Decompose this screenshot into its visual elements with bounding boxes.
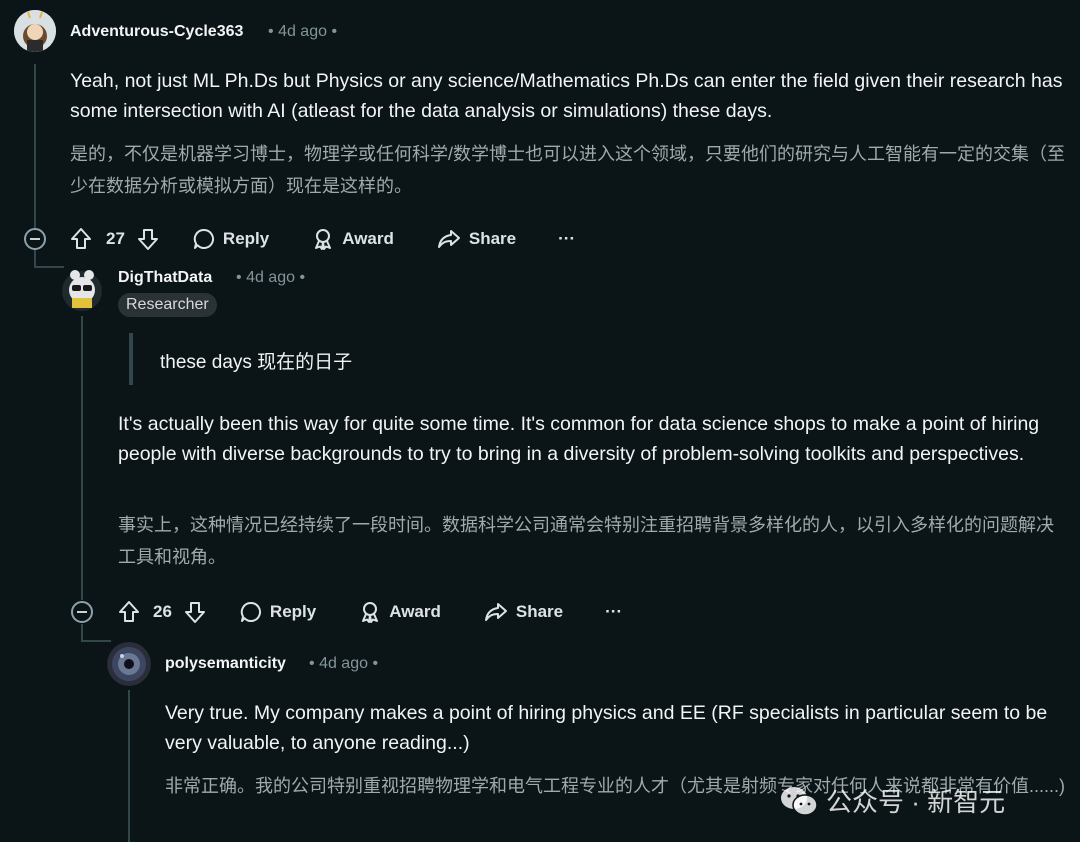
reply-label: Reply [269,602,317,621]
comment-meta: • 4d ago • [309,655,378,673]
share-button[interactable]: Share [437,228,516,250]
reply-label: Reply [222,229,270,248]
speech-bubble-icon [240,601,261,622]
timestamp[interactable]: 4d ago [246,269,295,286]
watermark-text: 公众号 · 新智元 [826,787,1006,817]
comment-meta: • 4d ago • [236,269,305,287]
meta-separator: • [331,23,338,40]
comment-body-zh: 事实上，这种情况已经持续了一段时间。数据科学公司通常会特别注重招聘背景多样化的人… [118,515,1054,567]
username[interactable]: polysemanticity [165,655,286,673]
downvote-button[interactable] [184,600,206,624]
comment-body-en: It's actually been this way for quite so… [118,413,1040,465]
collapse-thread-button[interactable] [71,601,93,623]
more-options-button[interactable]: ··· [558,229,575,249]
comment-action-bar: 26 Reply Award Share ··· [118,594,622,630]
downvote-button[interactable] [137,227,159,251]
award-label: Award [389,602,441,621]
share-arrow-icon [437,230,460,248]
reply-button[interactable]: Reply [193,228,269,250]
upvote-button[interactable] [118,600,140,624]
avatar[interactable] [14,10,56,52]
comment-action-bar: 27 Reply Award Share ··· [70,221,575,257]
arrow-down-outline-icon [137,229,158,250]
speech-bubble-icon [193,228,214,249]
reply-button[interactable]: Reply [240,601,316,623]
arrow-up-outline-icon [119,601,139,622]
comment-body-zh: 是的，不仅是机器学习博士，物理学或任何科学/数学博士也可以进入这个领域，只要他们… [70,144,1065,196]
vote-count: 26 [153,602,172,621]
award-ribbon-icon [315,229,332,250]
meta-separator: • [236,269,242,286]
award-label: Award [342,229,394,248]
meta-separator: • [299,269,306,286]
comment-body-en: Yeah, not just ML Ph.Ds but Physics or a… [70,70,1063,122]
avatar[interactable] [107,642,151,686]
meta-separator: • [309,655,315,672]
thread-line-level-3 [128,690,130,842]
username[interactable]: DigThatData [118,269,212,287]
award-button[interactable]: Award [312,228,394,250]
arrow-down-outline-icon [184,602,205,623]
minus-circle-icon [30,238,40,240]
blockquote-bar [129,333,133,385]
avatar[interactable] [61,266,103,312]
minus-circle-icon [77,611,87,613]
timestamp[interactable]: 4d ago [319,655,368,672]
share-label: Share [468,229,517,248]
thread-line-elbow-2 [81,640,111,642]
thread-line-level-1 [34,64,36,228]
award-button[interactable]: Award [359,601,441,623]
user-flair: Researcher [118,293,217,317]
vote-count: 27 [106,229,125,248]
username[interactable]: Adventurous-Cycle363 [70,23,243,41]
comment-body-en: Very true. My company makes a point of h… [165,702,1048,754]
upvote-button[interactable] [70,227,92,251]
meta-separator: • [268,23,274,40]
arrow-up-outline-icon [71,228,91,249]
collapse-thread-button[interactable] [24,228,46,250]
thread-line-elbow-1 [34,266,64,268]
timestamp[interactable]: 4d ago [278,23,327,40]
share-button[interactable]: Share [484,601,563,623]
share-arrow-icon [484,603,507,621]
comment-meta: • 4d ago • [268,23,337,41]
watermark: 公众号 · 新智元 [780,782,1005,819]
wechat-icon [781,786,818,816]
blockquote-text: these days 现在的日子 [160,352,353,373]
award-ribbon-icon [362,602,379,623]
meta-separator: • [372,655,379,672]
share-label: Share [515,602,564,621]
more-options-button[interactable]: ··· [605,602,622,622]
thread-line-level-2 [81,316,83,600]
